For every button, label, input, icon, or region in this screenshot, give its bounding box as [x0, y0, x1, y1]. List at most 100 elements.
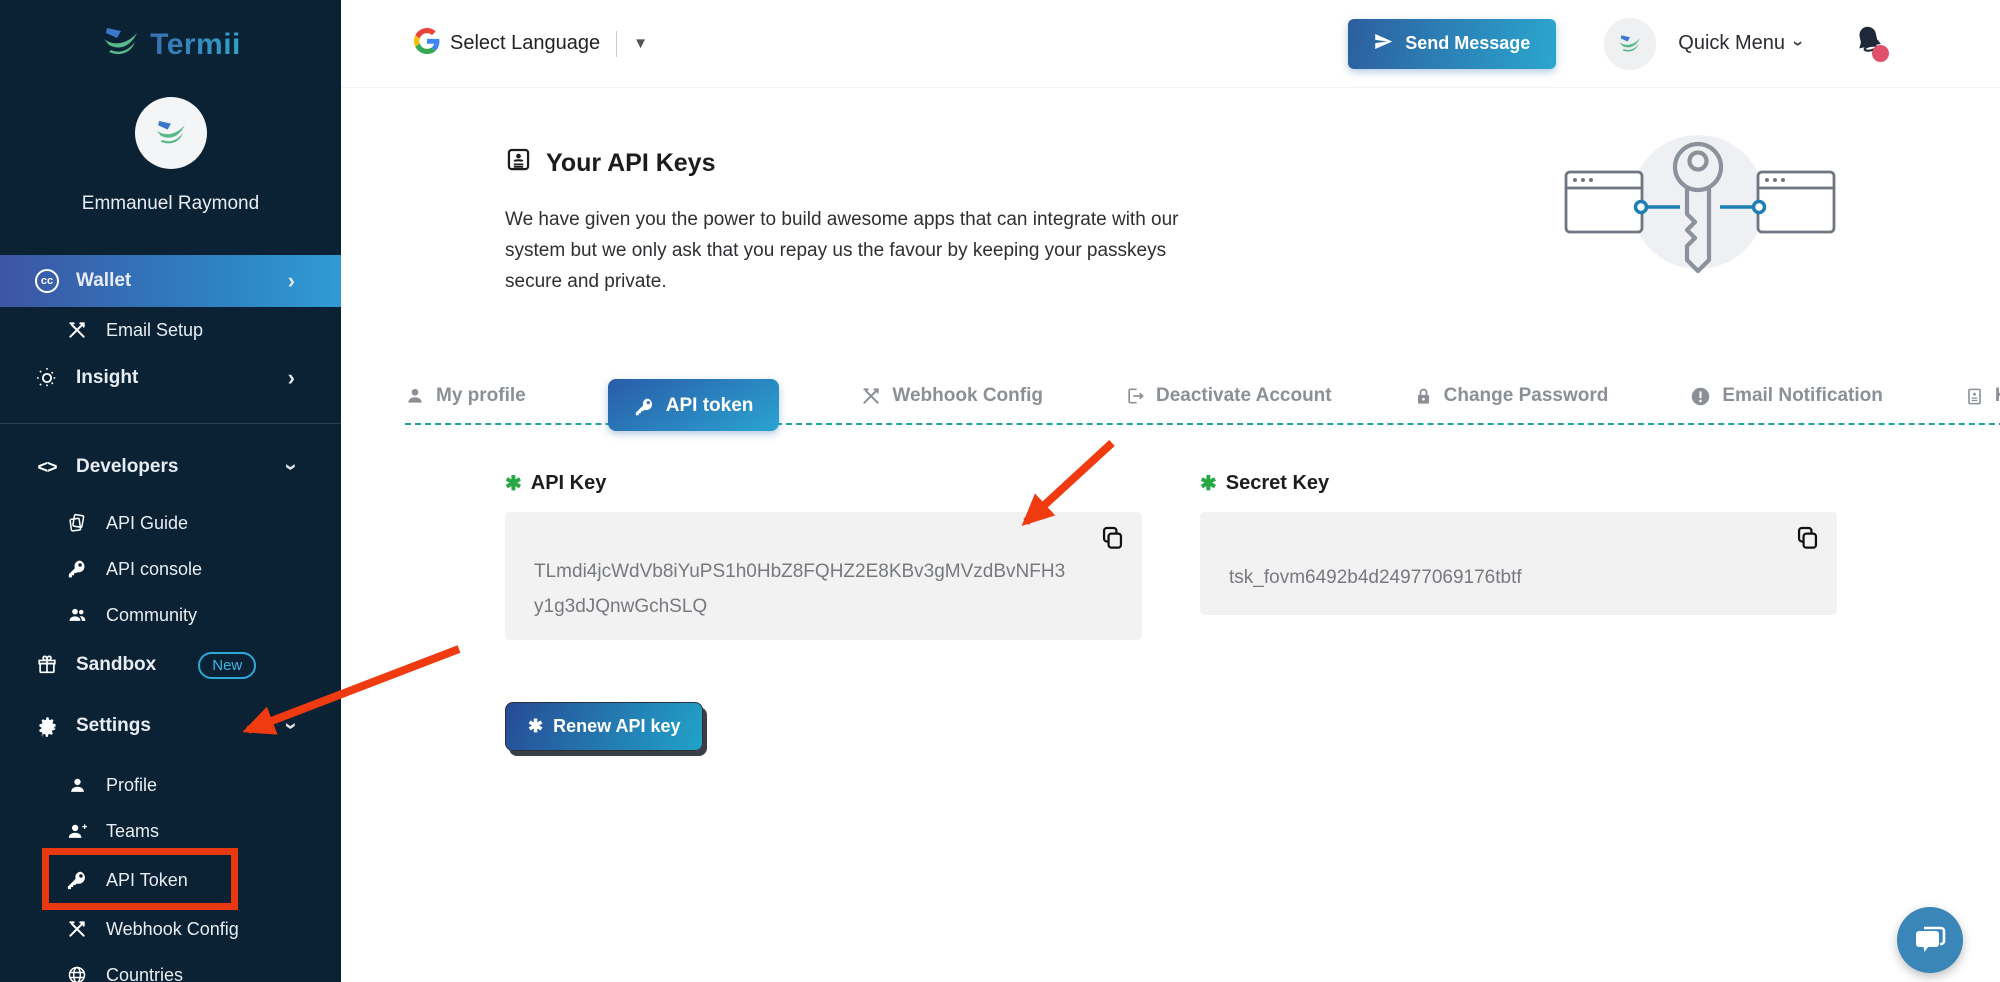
sidebar-item-settings[interactable]: Settings ›: [0, 698, 341, 754]
id-card-icon: [505, 146, 532, 180]
secret-key-field[interactable]: tsk_fovm6492b4d24977069176tbtf: [1200, 512, 1837, 615]
secret-key-column: ✱ Secret Key tsk_fovm6492b4d24977069176t…: [1200, 471, 1837, 751]
sidebar-item-label: Teams: [106, 821, 159, 842]
person-plus-icon: [64, 822, 90, 841]
sidebar-item-webhook-config[interactable]: Webhook Config: [0, 906, 341, 952]
settings-tabs: My profile API token Webhook Config: [405, 367, 2000, 429]
sidebar-item-label: API Token: [106, 870, 188, 891]
termii-bird-icon: [1617, 34, 1643, 54]
chevron-right-icon: ›: [288, 268, 295, 294]
tools-icon: [64, 919, 90, 939]
google-icon: [414, 28, 440, 59]
renew-api-key-label: Renew API key: [553, 716, 680, 737]
api-key-value: TLmdi4jcWdVb8iYuPS1h0HbZ8FQHZ2E8KBv3gMVz…: [505, 512, 1142, 624]
tab-email-notification[interactable]: Email Notification: [1690, 385, 1882, 411]
tab-label: Change Password: [1444, 385, 1609, 407]
tab-label: KYC: [1995, 385, 2000, 407]
api-key-column: ✱ API Key TLmdi4jcWdVb8iYuPS1h0HbZ8FQHZ2…: [505, 471, 1142, 751]
sidebar-item-insight[interactable]: Insight ›: [0, 353, 341, 403]
person-icon: [405, 386, 425, 406]
tab-label: Email Notification: [1722, 385, 1882, 407]
key-icon: [64, 559, 90, 579]
notification-bell[interactable]: [1853, 24, 1885, 63]
alert-circle-icon: [1690, 386, 1711, 407]
asterisk-icon: ✱: [528, 716, 543, 737]
content-area: Your API Keys We have given you the powe…: [341, 88, 2000, 982]
code-icon: <>: [34, 457, 60, 478]
chevron-down-icon: ›: [278, 722, 304, 729]
logout-icon: [1125, 386, 1145, 406]
app-window: Termii Emmanuel Raymond cc Wallet › Emai…: [0, 0, 2000, 982]
tab-webhook-config[interactable]: Webhook Config: [861, 385, 1043, 411]
tab-my-profile[interactable]: My profile: [405, 385, 526, 411]
sidebar-item-sandbox[interactable]: Sandbox New: [0, 638, 341, 692]
copy-icon[interactable]: [1099, 524, 1126, 556]
sidebar-item-teams[interactable]: Teams: [0, 808, 341, 854]
main-column: Select Language ▼ Send Message: [341, 0, 2000, 982]
api-key-label-row: ✱ API Key: [505, 471, 1142, 496]
tab-label: API token: [666, 395, 754, 417]
tab-kyc[interactable]: KYC: [1965, 385, 2000, 411]
language-selector[interactable]: Select Language ▼: [414, 28, 648, 59]
document-icon: [1965, 387, 1984, 406]
sidebar-item-label: Developers: [76, 456, 178, 478]
sidebar: Termii Emmanuel Raymond cc Wallet › Emai…: [0, 0, 341, 982]
tools-icon: [64, 320, 90, 340]
termii-bird-icon: [153, 119, 189, 147]
globe-icon: [64, 965, 90, 982]
sidebar-item-api-guide[interactable]: API Guide: [0, 500, 341, 546]
sidebar-item-profile[interactable]: Profile: [0, 762, 341, 808]
sidebar-item-label: Profile: [106, 775, 157, 796]
sidebar-item-wallet[interactable]: cc Wallet ›: [0, 255, 341, 307]
chevron-down-icon: ›: [1788, 41, 1809, 47]
sidebar-item-label: Community: [106, 605, 197, 626]
renew-api-key-button[interactable]: ✱ Renew API key: [505, 702, 703, 751]
copy-icon[interactable]: [1794, 524, 1821, 556]
wallet-icon: cc: [34, 269, 60, 293]
chat-bubbles-icon: [1912, 923, 1948, 957]
caret-down-icon: ▼: [633, 35, 648, 52]
send-message-button[interactable]: Send Message: [1348, 19, 1556, 69]
sidebar-divider: [0, 423, 341, 424]
sidebar-item-api-console[interactable]: API console: [0, 546, 341, 592]
required-asterisk-icon: ✱: [1200, 471, 1217, 496]
sidebar-item-label: Email Setup: [106, 320, 203, 341]
sidebar-item-label: Wallet: [76, 270, 131, 292]
quick-menu[interactable]: Quick Menu ›: [1678, 32, 1801, 55]
secret-key-value: tsk_fovm6492b4d24977069176tbtf: [1200, 512, 1837, 595]
paper-plane-icon: [1374, 32, 1393, 56]
user-avatar[interactable]: [135, 97, 207, 169]
key-icon: [64, 869, 90, 891]
tab-deactivate-account[interactable]: Deactivate Account: [1125, 385, 1332, 411]
separator: [616, 31, 617, 57]
tab-label: Webhook Config: [892, 385, 1043, 407]
user-avatar-small[interactable]: [1604, 18, 1656, 70]
sidebar-item-api-token[interactable]: API Token: [0, 854, 341, 906]
chat-widget-button[interactable]: [1897, 907, 1963, 973]
chevron-right-icon: ›: [288, 365, 295, 391]
key-icon: [634, 396, 655, 417]
notification-dot: [1872, 45, 1889, 62]
secret-key-label-row: ✱ Secret Key: [1200, 471, 1837, 496]
brand-logo[interactable]: Termii: [0, 0, 341, 63]
sidebar-item-label: Countries: [106, 965, 183, 982]
sidebar-item-community[interactable]: Community: [0, 592, 341, 638]
brand-name: Termii: [150, 28, 241, 62]
api-key-field[interactable]: TLmdi4jcWdVb8iYuPS1h0HbZ8FQHZ2E8KBv3gMVz…: [505, 512, 1142, 640]
chevron-down-icon: ›: [278, 463, 304, 470]
sidebar-item-developers[interactable]: <> Developers ›: [0, 442, 341, 492]
topbar: Select Language ▼ Send Message: [341, 0, 2000, 88]
pages-icon: [64, 513, 90, 533]
send-message-label: Send Message: [1405, 33, 1530, 54]
people-icon: [64, 605, 90, 625]
page-title-text: Your API Keys: [546, 149, 716, 178]
sidebar-item-label: API Guide: [106, 513, 188, 534]
language-label: Select Language: [450, 32, 600, 55]
sidebar-item-countries[interactable]: Countries: [0, 952, 341, 982]
gift-icon: [34, 654, 60, 676]
topbar-right: Send Message Quick Menu ›: [1348, 18, 1885, 70]
tab-api-token[interactable]: API token: [608, 379, 780, 431]
user-name: Emmanuel Raymond: [0, 193, 341, 215]
sidebar-item-email-setup[interactable]: Email Setup: [0, 307, 341, 353]
tab-change-password[interactable]: Change Password: [1414, 385, 1609, 411]
